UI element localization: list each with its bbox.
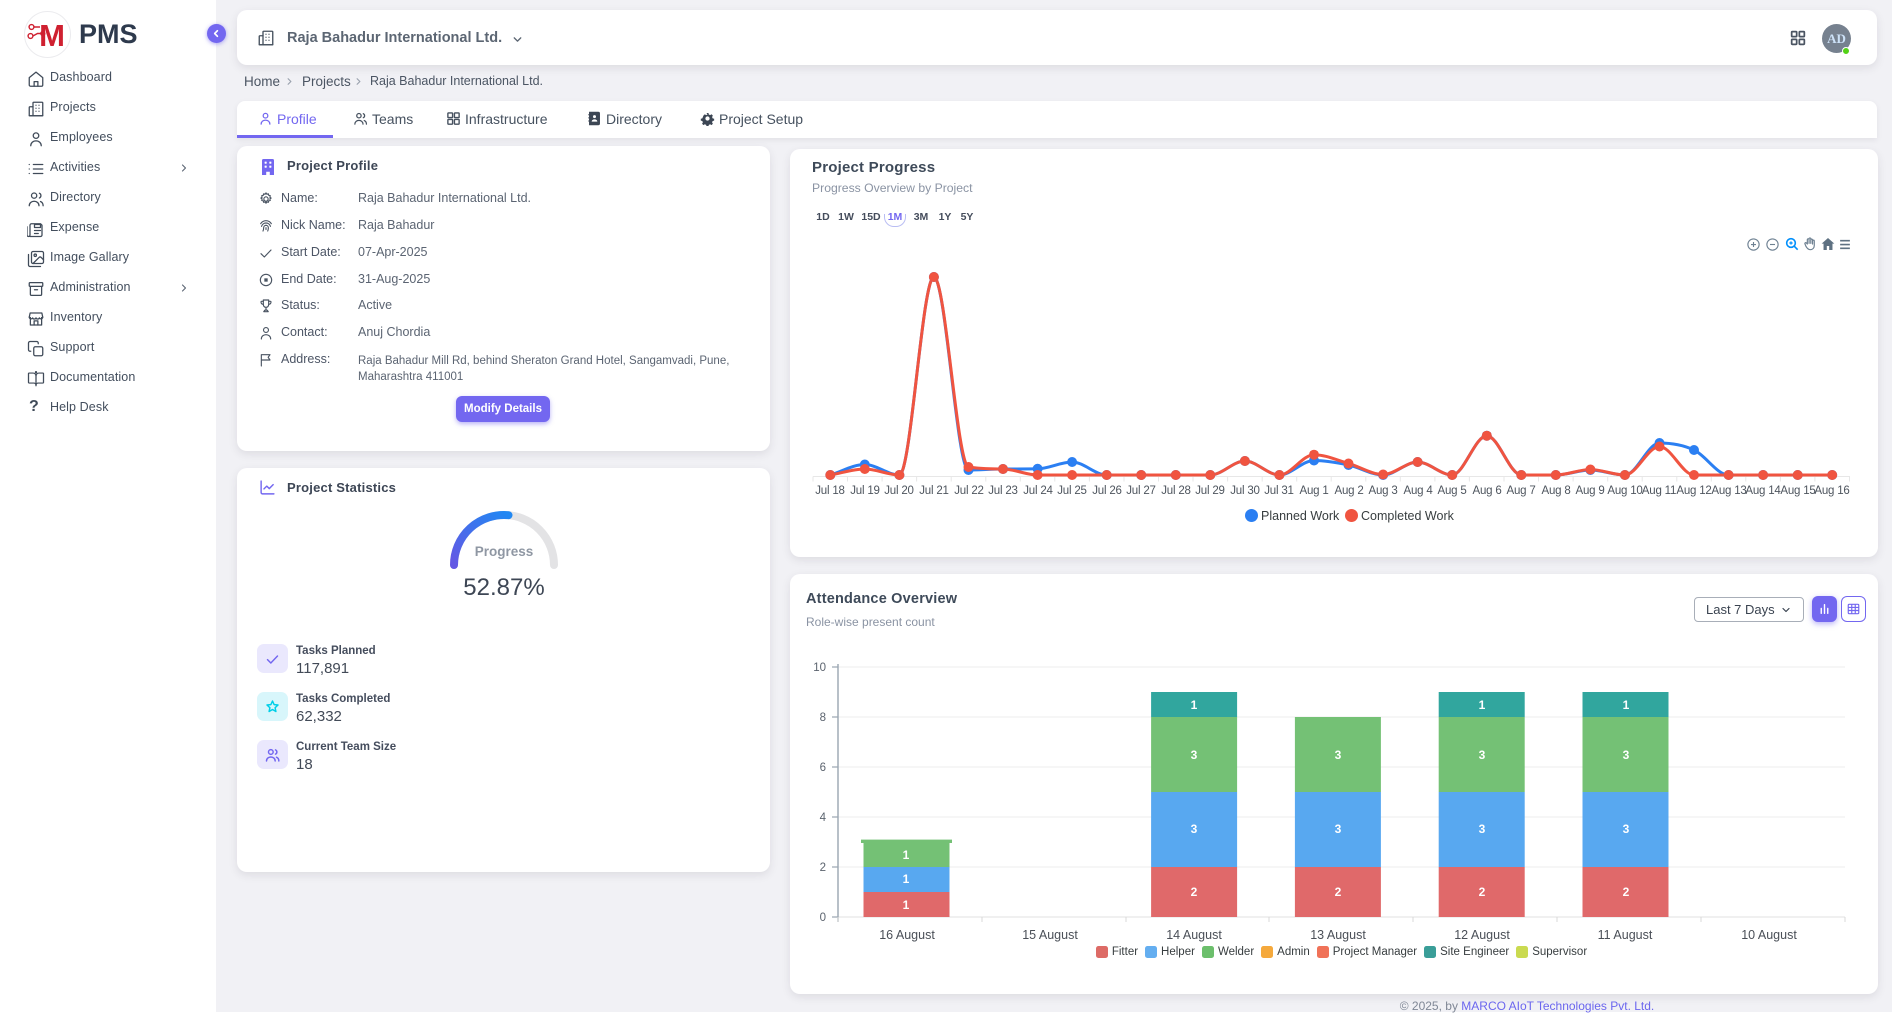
svg-text:M: M bbox=[39, 18, 64, 53]
